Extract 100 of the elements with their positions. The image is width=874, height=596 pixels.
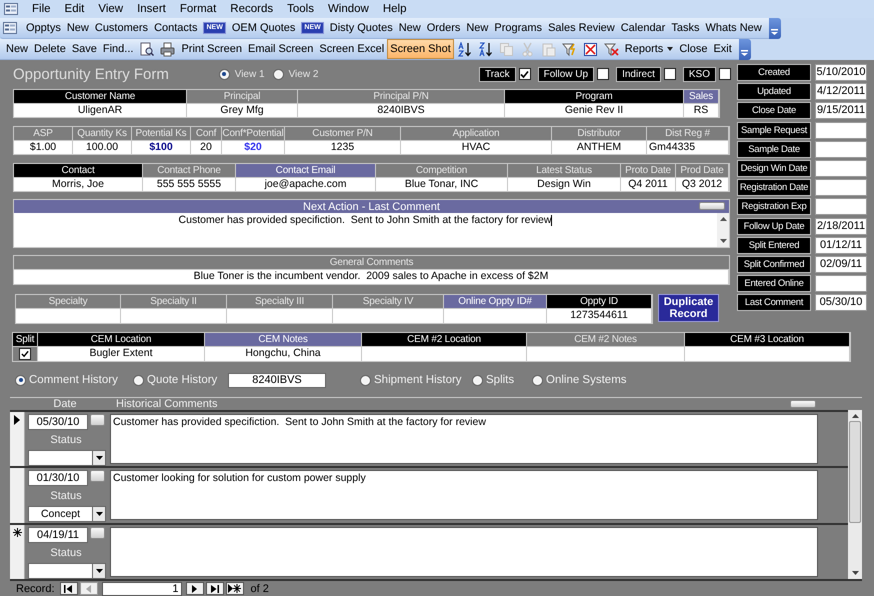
toolbar-button[interactable]: Customers [92, 18, 152, 38]
field-value[interactable]: Q4 2011 [621, 177, 676, 191]
comments-field[interactable]: Blue Toner is the incumbent vendor. 2009 sales to Apache in excess of $2M [14, 269, 729, 284]
checkbox[interactable] [518, 68, 531, 80]
date-field[interactable] [815, 275, 867, 292]
toolbar-button[interactable]: Programs [491, 18, 546, 38]
date-field[interactable]: 4/12/2011 [815, 83, 867, 100]
reports-menu-button[interactable]: Reports [622, 39, 676, 59]
checkbox[interactable] [664, 68, 676, 80]
date-field[interactable] [815, 140, 867, 158]
toolbar-button[interactable]: New [3, 39, 32, 59]
date-field[interactable]: 01/30/10 [28, 470, 88, 486]
scroll-down-icon[interactable] [720, 239, 726, 243]
field-value[interactable] [527, 346, 685, 361]
radio-button[interactable]: Online Systems [532, 374, 627, 386]
radio-button[interactable]: Shipment History [360, 374, 472, 386]
comment-field[interactable]: Customer has provided specifiction. Sent to John Smith at the factory for review [14, 213, 729, 247]
date-field[interactable]: 05/30/10 [815, 294, 867, 312]
sort-ascending-icon[interactable] [456, 42, 472, 56]
toolbar-button[interactable]: Sales Review [545, 18, 618, 38]
field-value[interactable]: Grey Mfg [187, 103, 298, 117]
date-field[interactable] [815, 198, 867, 216]
menu-item[interactable]: Window [322, 2, 375, 16]
date-field[interactable]: 5/10/2010 [815, 64, 867, 81]
field-value[interactable] [685, 346, 850, 361]
printer-icon[interactable] [160, 42, 176, 56]
remove-filter-icon[interactable] [604, 42, 619, 56]
status-dropdown[interactable]: Concept [28, 506, 106, 522]
page-preview-icon[interactable] [139, 42, 154, 56]
radio-button[interactable]: Comment History [15, 374, 133, 386]
field-value[interactable] [121, 308, 227, 323]
record-number-field[interactable]: 1 [102, 582, 182, 596]
last-record-button[interactable] [206, 582, 224, 596]
field-value[interactable]: UligenAR [14, 103, 187, 117]
date-field[interactable]: 9/15/2011 [815, 102, 867, 120]
toolbar-button[interactable]: Tasks [668, 18, 702, 38]
date-field[interactable] [815, 179, 867, 196]
toolbar-button[interactable]: OEM Quotes [228, 18, 298, 38]
toolbar-button[interactable]: Disty Quotes [326, 18, 396, 38]
toolbar-button[interactable]: Calendar [618, 18, 668, 38]
toolbar-button[interactable]: New [64, 18, 92, 38]
field-value[interactable]: 8240IBVS [298, 103, 505, 117]
menu-item[interactable]: Insert [131, 2, 172, 16]
filter-icon[interactable] [562, 42, 577, 56]
field-value[interactable]: 20 [191, 140, 222, 154]
date-field[interactable]: 04/19/11 [28, 526, 88, 543]
toolbar-button[interactable]: Orders [424, 18, 464, 38]
scroll-up-icon[interactable] [720, 217, 726, 221]
date-field[interactable]: 01/12/11 [815, 236, 867, 254]
menu-item[interactable]: Help [376, 2, 413, 16]
field-value[interactable] [333, 308, 444, 323]
toolbar-button[interactable]: Whats New [702, 18, 765, 38]
toolbar-options-button[interactable] [768, 18, 781, 39]
radio-button[interactable]: Splits [472, 374, 532, 386]
toolbar-button[interactable]: Find... [100, 39, 136, 59]
field-value[interactable]: joe@apache.com [236, 177, 376, 191]
date-field[interactable] [815, 122, 867, 139]
record-selector[interactable] [10, 524, 25, 580]
menu-item[interactable]: Format [174, 2, 222, 16]
field-value[interactable]: Bugler Extent [38, 346, 205, 361]
small-button[interactable] [90, 526, 105, 539]
field-value[interactable] [227, 308, 333, 323]
field-value[interactable]: $100 [132, 140, 191, 154]
toolbar-button[interactable]: Exit [710, 39, 735, 59]
sort-descending-icon[interactable] [478, 42, 493, 56]
small-button[interactable] [90, 470, 105, 482]
new-record-button[interactable] [226, 582, 244, 596]
date-field[interactable]: 2/18/2011 [815, 218, 867, 234]
toolbar-button[interactable]: Save [68, 39, 100, 59]
menu-item[interactable]: View [92, 2, 130, 16]
radio-button[interactable]: Quote History [133, 374, 228, 386]
field-value[interactable] [16, 308, 121, 323]
field-value[interactable]: Gm44335 [647, 140, 729, 154]
previous-record-button[interactable] [80, 582, 98, 596]
field-value[interactable]: 1273544611 [547, 308, 652, 323]
date-field[interactable]: 05/30/10 [28, 414, 88, 430]
scroll-up-icon[interactable] [852, 414, 858, 418]
field-value[interactable]: ANTHEM [552, 140, 647, 154]
field-value[interactable] [362, 346, 527, 361]
field-value[interactable]: Hongchu, China [205, 346, 362, 361]
status-dropdown[interactable] [28, 562, 106, 579]
small-button[interactable] [790, 400, 816, 408]
menu-item[interactable]: Records [224, 2, 280, 16]
scrollbar[interactable] [848, 410, 862, 580]
field-value[interactable]: Blue Tonar, INC [376, 177, 508, 191]
field-value[interactable]: HVAC [401, 140, 552, 154]
scroll-down-icon[interactable] [852, 571, 858, 576]
field-value[interactable]: $20 [222, 140, 285, 154]
toolbar-button[interactable]: Screen Excel [316, 39, 388, 59]
small-button[interactable] [699, 202, 725, 210]
status-dropdown[interactable] [28, 450, 106, 466]
checkbox[interactable] [719, 68, 731, 80]
record-selector[interactable] [10, 412, 25, 466]
toolbar-button[interactable]: Screen Shot [387, 39, 454, 59]
field-value[interactable]: Morris, Joe [14, 177, 143, 191]
field-value[interactable]: Genie Rev II [505, 103, 684, 117]
date-field[interactable]: 02/09/11 [815, 256, 867, 273]
date-field[interactable] [815, 160, 867, 177]
toolbar-button[interactable]: Delete [31, 39, 69, 59]
field-value[interactable]: 555 555 5555 [143, 177, 236, 191]
